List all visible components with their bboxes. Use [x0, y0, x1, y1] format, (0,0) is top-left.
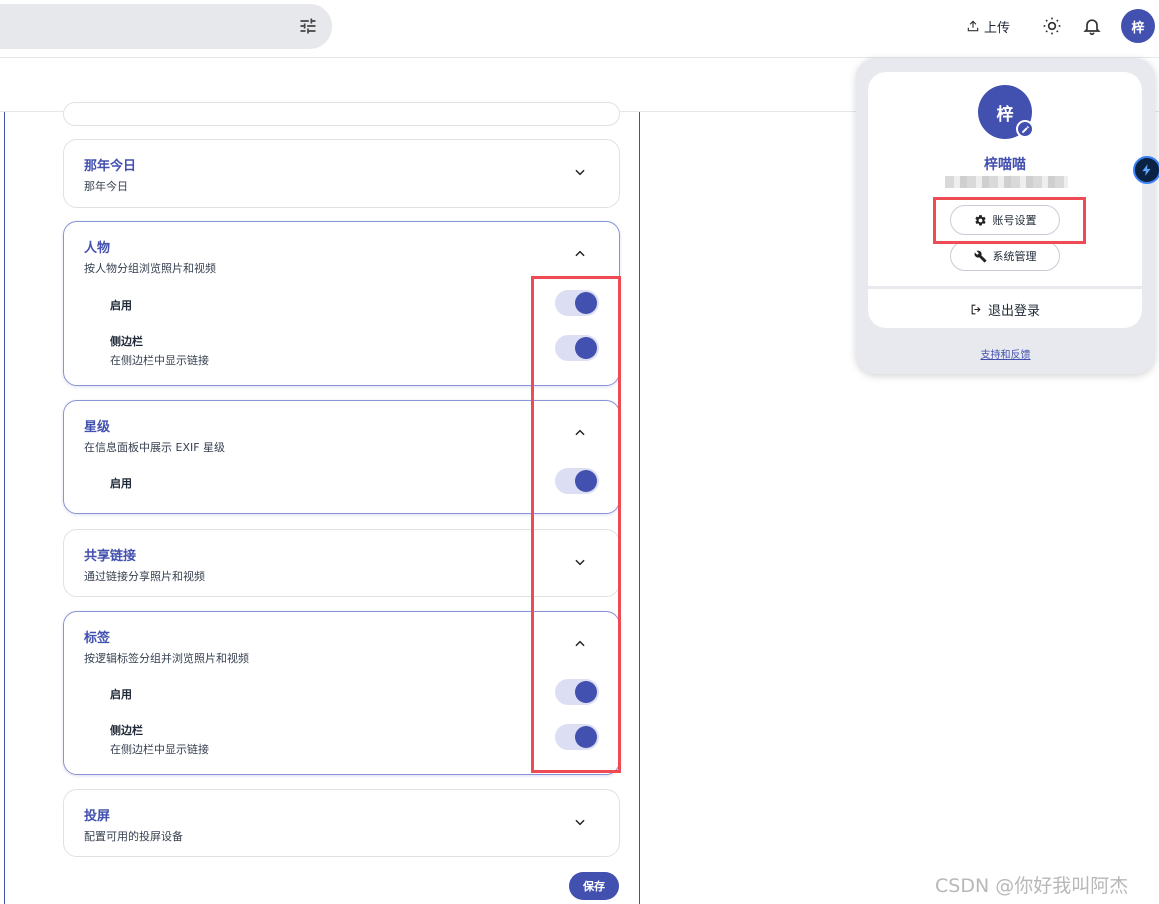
- section-rating[interactable]: 星级 在信息面板中展示 EXIF 星级 启用: [63, 400, 620, 514]
- setting-description: 在侧边栏中显示链接: [110, 743, 209, 756]
- people-enable-row: 启用: [110, 297, 132, 313]
- wrench-icon: [974, 250, 986, 262]
- search-bar[interactable]: [0, 4, 332, 49]
- section-memories[interactable]: 那年今日 那年今日: [63, 139, 620, 208]
- toggle-knob: [575, 681, 597, 703]
- profile-email-redacted: [945, 176, 1068, 188]
- chevron-up-icon[interactable]: [573, 426, 587, 440]
- account-settings-label: 账号设置: [992, 214, 1037, 227]
- gear-icon: [974, 214, 986, 226]
- account-card: 梓 梓喵喵 账号设置 系统管理 退出登录: [868, 72, 1142, 328]
- chevron-down-icon[interactable]: [573, 165, 587, 179]
- admin-label: 系统管理: [992, 250, 1037, 263]
- section-description: 那年今日: [84, 180, 128, 193]
- lightning-extension-icon[interactable]: [1133, 156, 1159, 184]
- section-title: 投屏: [84, 809, 111, 824]
- chevron-down-icon[interactable]: [573, 555, 587, 569]
- chevron-up-icon[interactable]: [573, 247, 587, 261]
- setting-label: 启用: [110, 299, 132, 312]
- toggle-knob: [575, 292, 597, 314]
- section-shared-links[interactable]: 共享链接 通过链接分享照片和视频: [63, 529, 620, 597]
- tags-enable-row: 启用: [110, 686, 132, 702]
- section-description: 通过链接分享照片和视频: [84, 570, 205, 583]
- sun-icon[interactable]: [1042, 16, 1062, 36]
- section-description: 按逻辑标签分组并浏览照片和视频: [84, 652, 249, 665]
- bell-icon[interactable]: [1082, 15, 1102, 37]
- rating-enable-row: 启用: [110, 475, 132, 491]
- upload-label: 上传: [984, 20, 1011, 36]
- collapsed-section-above[interactable]: [63, 102, 620, 126]
- setting-label: 启用: [110, 477, 132, 490]
- people-enable-toggle[interactable]: [555, 290, 599, 316]
- tags-sidebar-row: 侧边栏 在侧边栏中显示链接: [110, 722, 209, 757]
- section-title: 共享链接: [84, 549, 137, 564]
- rating-enable-toggle[interactable]: [555, 468, 599, 494]
- save-button[interactable]: 保存: [569, 872, 619, 900]
- pencil-icon: [1021, 125, 1029, 133]
- tags-enable-toggle[interactable]: [555, 679, 599, 705]
- watermark-text: CSDN @你好我叫阿杰: [935, 875, 1129, 897]
- account-settings-button[interactable]: 账号设置: [950, 205, 1060, 235]
- toggle-knob: [575, 337, 597, 359]
- logout-button[interactable]: 退出登录: [868, 300, 1142, 319]
- setting-label: 侧边栏: [110, 335, 143, 348]
- section-title: 人物: [84, 241, 111, 256]
- section-people[interactable]: 人物 按人物分组浏览照片和视频 启用 侧边栏 在侧边栏中显示链接: [63, 221, 620, 386]
- logout-icon: [971, 304, 981, 315]
- section-cast[interactable]: 投屏 配置可用的投屏设备: [63, 789, 620, 857]
- profile-name: 梓喵喵: [984, 157, 1026, 173]
- upload-button[interactable]: 上传: [966, 16, 1010, 36]
- setting-label: 启用: [110, 688, 132, 701]
- section-description: 按人物分组浏览照片和视频: [84, 262, 216, 275]
- admin-button[interactable]: 系统管理: [950, 241, 1060, 271]
- chevron-down-icon[interactable]: [573, 815, 587, 829]
- section-title: 那年今日: [84, 159, 137, 174]
- tags-sidebar-toggle[interactable]: [555, 724, 599, 750]
- section-tags[interactable]: 标签 按逻辑标签分组并浏览照片和视频 启用 侧边栏 在侧边栏中显示链接: [63, 611, 620, 775]
- setting-description: 在侧边栏中显示链接: [110, 354, 209, 367]
- section-title: 星级: [84, 420, 111, 435]
- section-title: 标签: [84, 631, 111, 646]
- upload-icon: [967, 20, 979, 32]
- top-bar: 上传 梓: [0, 0, 1159, 58]
- user-avatar-button[interactable]: 梓: [1121, 9, 1155, 43]
- people-sidebar-toggle[interactable]: [555, 335, 599, 361]
- divider: [868, 286, 1142, 289]
- people-sidebar-row: 侧边栏 在侧边栏中显示链接: [110, 333, 209, 368]
- logout-label: 退出登录: [987, 304, 1040, 319]
- toggle-knob: [575, 726, 597, 748]
- account-popover: 梓 梓喵喵 账号设置 系统管理 退出登录 支持和反馈: [856, 58, 1155, 374]
- setting-label: 侧边栏: [110, 724, 143, 737]
- section-description: 配置可用的投屏设备: [84, 830, 183, 843]
- chevron-up-icon[interactable]: [573, 637, 587, 651]
- settings-panel: 那年今日 那年今日 人物 按人物分组浏览照片和视频 启用 侧边栏 在侧边栏中显示…: [4, 102, 640, 904]
- support-link[interactable]: 支持和反馈: [856, 346, 1155, 361]
- edit-avatar-button[interactable]: [1016, 120, 1034, 138]
- section-description: 在信息面板中展示 EXIF 星级: [84, 441, 226, 454]
- tune-icon[interactable]: [298, 16, 318, 36]
- toggle-knob: [575, 470, 597, 492]
